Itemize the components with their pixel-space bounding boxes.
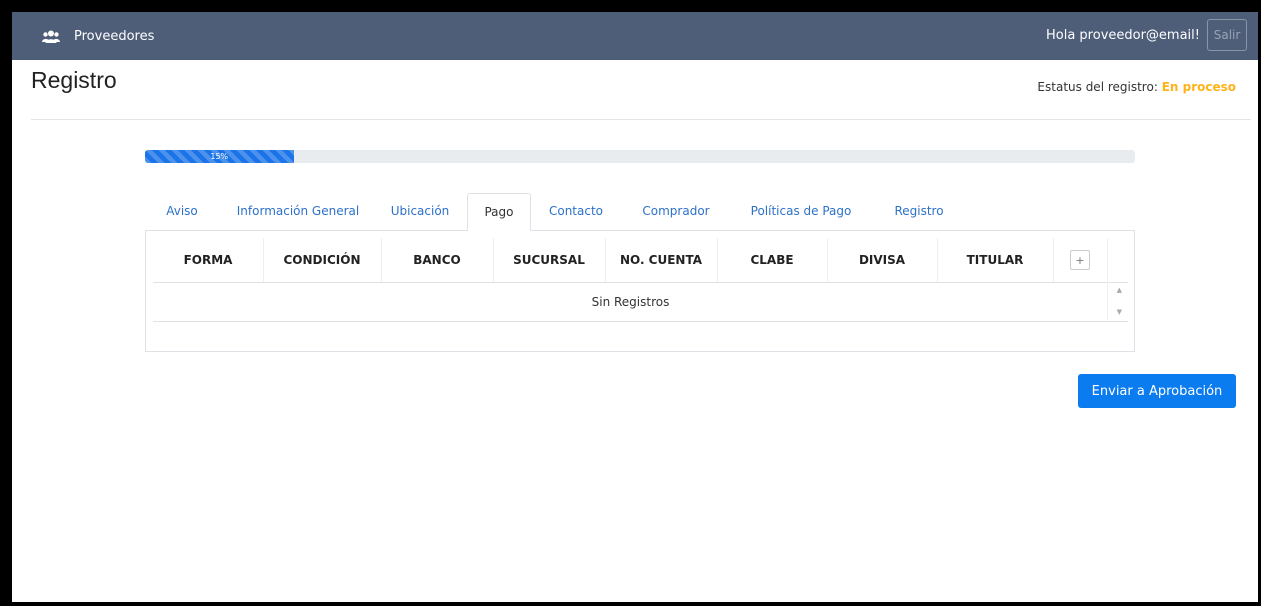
- brand[interactable]: Proveedores: [42, 12, 154, 60]
- tab-ubicacion[interactable]: Ubicación: [383, 193, 457, 230]
- table-body: Sin Registros: [153, 283, 1128, 322]
- tab-politicas-de-pago[interactable]: Políticas de Pago: [739, 193, 863, 230]
- column-banco: BANCO: [413, 253, 461, 267]
- tab-aviso[interactable]: Aviso: [156, 193, 208, 230]
- status-value: En proceso: [1161, 80, 1236, 94]
- tab-informacion-general[interactable]: Información General: [224, 193, 372, 230]
- column-sucursal: SUCURSAL: [513, 253, 585, 267]
- tab-contacto[interactable]: Contacto: [541, 193, 611, 230]
- payment-table: FORMA CONDICIÓN BANCO SUCURSAL NO. CUENT…: [153, 238, 1128, 322]
- tab-comprador[interactable]: Comprador: [629, 193, 723, 230]
- column-condicion: CONDICIÓN: [283, 253, 361, 267]
- top-navbar: Proveedores Hola proveedor@email! Salir: [12, 12, 1258, 60]
- column-forma: FORMA: [183, 253, 233, 267]
- registration-status: Estatus del registro: En proceso: [1037, 80, 1236, 94]
- brand-label: Proveedores: [74, 28, 155, 44]
- column-separator: [1053, 238, 1054, 282]
- column-no-cuenta: NO. CUENTA: [619, 253, 703, 267]
- header-divider: [31, 119, 1251, 120]
- column-titular: TITULAR: [966, 253, 1024, 267]
- empty-table-message: Sin Registros: [591, 295, 670, 309]
- users-icon: [42, 29, 60, 43]
- status-label: Estatus del registro:: [1037, 80, 1158, 94]
- scroll-down-icon[interactable]: ▼: [1117, 308, 1122, 316]
- progress-bar: 15%: [145, 150, 294, 163]
- page-title: Registro: [31, 67, 117, 93]
- add-row-button[interactable]: +: [1070, 250, 1090, 270]
- user-greeting: Hola proveedor@email!: [1045, 28, 1200, 43]
- tab-registro[interactable]: Registro: [879, 193, 959, 230]
- send-for-approval-button[interactable]: Enviar a Aprobación: [1078, 374, 1236, 408]
- scroll-up-icon[interactable]: ▲: [1117, 286, 1122, 294]
- progress-track: 15%: [145, 150, 1135, 163]
- tab-pago[interactable]: Pago: [467, 193, 531, 231]
- column-divisa: DIVISA: [858, 253, 906, 267]
- app-window: Proveedores Hola proveedor@email! Salir …: [12, 12, 1258, 602]
- column-clabe: CLABE: [750, 253, 794, 267]
- table-header: FORMA CONDICIÓN BANCO SUCURSAL NO. CUENT…: [153, 238, 1128, 283]
- tab-bar: Aviso Información General Ubicación Pago…: [145, 193, 1135, 231]
- logout-button[interactable]: Salir: [1207, 19, 1247, 51]
